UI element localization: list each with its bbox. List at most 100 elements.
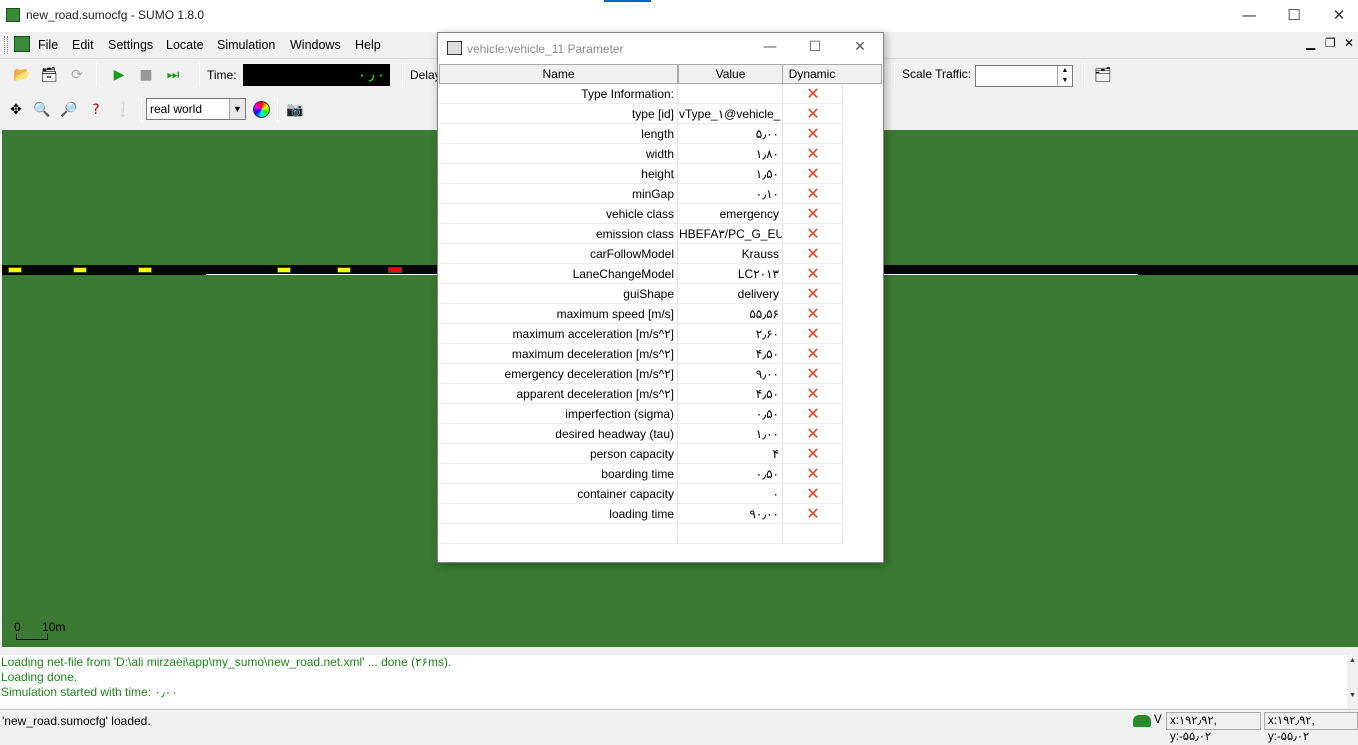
vehicle[interactable]: [73, 267, 87, 273]
menu-locate[interactable]: Locate: [166, 38, 204, 52]
color-wheel-icon[interactable]: [253, 101, 270, 118]
dialog-maximize-button[interactable]: ☐: [792, 39, 838, 59]
stop-icon[interactable]: ■: [135, 64, 157, 86]
not-dynamic-icon: ✕: [806, 304, 820, 323]
color-scheme-select[interactable]: real world ▼: [146, 98, 246, 120]
scroll-down-icon[interactable]: ▼: [1347, 692, 1358, 699]
mdi-restore-icon[interactable]: ❐: [1325, 36, 1336, 50]
table-row[interactable]: maximum speed [m/s] ۵۵٫۵۶ ✕: [439, 304, 843, 324]
minimize-button[interactable]: —: [1226, 4, 1272, 28]
table-row[interactable]: vehicle class emergency ✕: [439, 204, 843, 224]
param-name: maximum deceleration [m/s^۲]: [439, 344, 678, 364]
param-value: emergency: [679, 204, 783, 224]
toolbar-separator: [1084, 63, 1085, 87]
screenshot-camera-icon[interactable]: 📷: [284, 99, 306, 121]
table-row[interactable]: boarding time ۰٫۵۰ ✕: [439, 464, 843, 484]
menu-edit[interactable]: Edit: [72, 38, 94, 52]
table-row[interactable]: desired headway (tau) ۱٫۰۰ ✕: [439, 424, 843, 444]
reload-config-icon[interactable]: 🗃: [38, 64, 60, 86]
table-row[interactable]: length ۵٫۰۰ ✕: [439, 124, 843, 144]
header-name[interactable]: Name: [439, 64, 678, 84]
run-icon[interactable]: ▶: [108, 64, 130, 86]
param-dynamic: ✕: [784, 484, 843, 504]
scale-legend: 0 10m: [14, 620, 65, 640]
menu-settings[interactable]: Settings: [108, 38, 153, 52]
recenter-icon[interactable]: ✥: [5, 99, 27, 121]
param-name: [439, 524, 678, 544]
menu-help[interactable]: Help: [355, 38, 381, 52]
not-dynamic-icon: ✕: [806, 364, 820, 383]
zoom-icon[interactable]: 🔍: [31, 99, 53, 121]
menu-windows[interactable]: Windows: [290, 38, 341, 52]
dialog-title-bar[interactable]: vehicle:vehicle_11 Parameter — ☐ ✕: [438, 33, 883, 63]
open-folder-icon[interactable]: 📂: [11, 64, 33, 86]
vehicle[interactable]: [337, 267, 351, 273]
table-row[interactable]: [439, 524, 843, 544]
not-dynamic-icon: ✕: [806, 444, 820, 463]
table-row[interactable]: LaneChangeModel LC۲۰۱۳ ✕: [439, 264, 843, 284]
locate-icon[interactable]: 🔎: [58, 99, 80, 121]
table-row[interactable]: maximum deceleration [m/s^۲] ۴٫۵۰ ✕: [439, 344, 843, 364]
param-dynamic: [784, 524, 843, 544]
table-row[interactable]: container capacity ۰ ✕: [439, 484, 843, 504]
table-row[interactable]: person capacity ۴ ✕: [439, 444, 843, 464]
new-window-icon[interactable]: 🗂: [1092, 64, 1114, 86]
step-icon[interactable]: ⏭: [162, 64, 184, 86]
scroll-up-icon[interactable]: ▲: [1347, 657, 1358, 664]
sumo-menu-icon[interactable]: [14, 36, 30, 52]
table-row[interactable]: emission class HBEFA۳/PC_G_EU۴ ✕: [439, 224, 843, 244]
param-dynamic: ✕: [784, 204, 843, 224]
vehicle[interactable]: [138, 267, 152, 273]
title-bar: new_road.sumocfg - SUMO 1.8.0 — ☐ ✕: [0, 0, 1358, 32]
dialog-minimize-button[interactable]: —: [747, 39, 793, 59]
vehicle[interactable]: [8, 267, 22, 273]
table-row[interactable]: apparent deceleration [m/s^۲] ۴٫۵۰ ✕: [439, 384, 843, 404]
tooltip-icon[interactable]: ❕: [112, 99, 134, 121]
param-dynamic: ✕: [784, 324, 843, 344]
help-query-icon[interactable]: ?: [85, 99, 107, 121]
not-dynamic-icon: ✕: [806, 144, 820, 163]
not-dynamic-icon: ✕: [806, 464, 820, 483]
param-dynamic: ✕: [784, 464, 843, 484]
sumo-app-icon: [6, 8, 20, 22]
menubar-grip[interactable]: [4, 36, 8, 54]
scale-traffic-label: Scale Traffic:: [902, 67, 972, 81]
param-name: type [id]: [439, 104, 678, 124]
mdi-close-icon[interactable]: ✕: [1344, 36, 1354, 50]
menu-file[interactable]: File: [38, 38, 58, 52]
status-text: 'new_road.sumocfg' loaded.: [2, 714, 151, 728]
table-row[interactable]: carFollowModel Krauss ✕: [439, 244, 843, 264]
message-scrollbar[interactable]: ▲ ▼: [1347, 655, 1358, 708]
not-dynamic-icon: ✕: [806, 384, 820, 403]
table-row[interactable]: height ۱٫۵۰ ✕: [439, 164, 843, 184]
param-dynamic: ✕: [784, 184, 843, 204]
scale-traffic-spinner[interactable]: ▲ ▼: [1057, 66, 1072, 86]
header-value[interactable]: Value: [678, 64, 783, 84]
header-dynamic[interactable]: Dynamic: [782, 64, 842, 84]
chevron-down-icon[interactable]: ▼: [229, 99, 245, 119]
maximize-button[interactable]: ☐: [1271, 4, 1317, 28]
param-dynamic: ✕: [784, 404, 843, 424]
status-v: V: [1154, 714, 1162, 726]
param-name: length: [439, 124, 678, 144]
table-row[interactable]: guiShape delivery ✕: [439, 284, 843, 304]
vehicle[interactable]: [277, 267, 291, 273]
dialog-close-button[interactable]: ✕: [837, 39, 883, 59]
table-row[interactable]: imperfection (sigma) ۰٫۵۰ ✕: [439, 404, 843, 424]
table-row[interactable]: type [id] vType_۱@vehicle_۱۱ ✕: [439, 104, 843, 124]
table-row[interactable]: width ۱٫۸۰ ✕: [439, 144, 843, 164]
param-dynamic: ✕: [784, 144, 843, 164]
table-row[interactable]: maximum acceleration [m/s^۲] ۲٫۶۰ ✕: [439, 324, 843, 344]
mdi-minimize-icon[interactable]: ▁: [1306, 36, 1315, 50]
table-row[interactable]: emergency deceleration [m/s^۲] ۹٫۰۰ ✕: [439, 364, 843, 384]
table-row[interactable]: minGap ۰٫۱۰ ✕: [439, 184, 843, 204]
param-name: imperfection (sigma): [439, 404, 678, 424]
reload-icon[interactable]: ⟳: [66, 64, 88, 86]
table-row[interactable]: Type Information: ✕: [439, 84, 843, 104]
table-row[interactable]: loading time ۹۰٫۰۰ ✕: [439, 504, 843, 524]
lane-marking: [882, 274, 1138, 275]
menu-simulation[interactable]: Simulation: [217, 38, 275, 52]
message-line: Loading net-file from 'D:\ali mirzaei\ap…: [1, 655, 452, 669]
close-button[interactable]: ✕: [1316, 4, 1358, 28]
vehicle[interactable]: [388, 267, 402, 273]
